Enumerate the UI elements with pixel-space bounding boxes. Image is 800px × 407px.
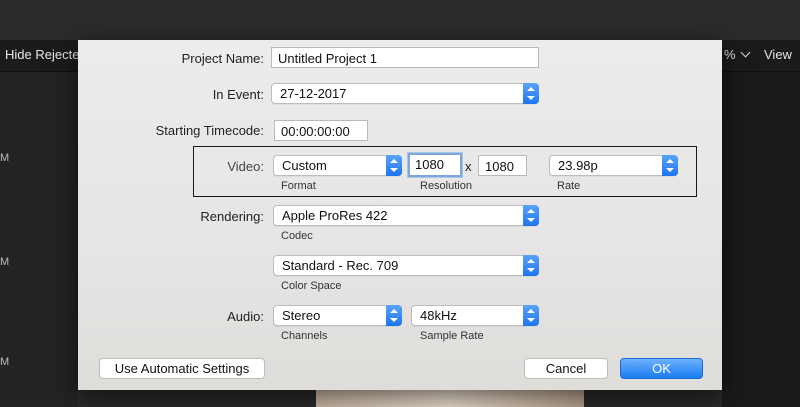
starting-timecode-label: Starting Timecode:: [155, 123, 264, 138]
clip-duration-label: M: [0, 356, 10, 368]
codec-value: Apple ProRes 422: [282, 208, 388, 223]
video-format-value: Custom: [282, 158, 327, 173]
clip-duration-label: M: [0, 256, 10, 268]
audio-channels-value: Stereo: [282, 308, 321, 323]
codec-popup[interactable]: Apple ProRes 422: [273, 205, 539, 226]
audio-label: Audio:: [227, 309, 264, 324]
zoom-percent-menu[interactable]: %: [724, 47, 751, 62]
resolution-height-field[interactable]: 1080: [478, 155, 527, 176]
use-automatic-settings-button[interactable]: Use Automatic Settings: [99, 358, 265, 379]
resolution-caption: Resolution: [420, 180, 472, 192]
clip-duration-label: M: [0, 152, 10, 164]
video-format-popup[interactable]: Custom: [273, 155, 402, 176]
project-name-label: Project Name:: [181, 51, 264, 66]
starting-timecode-field[interactable]: 00:00:00:00: [274, 120, 368, 141]
rate-caption: Rate: [557, 180, 581, 192]
audio-channels-popup[interactable]: Stereo: [273, 305, 402, 326]
rendering-label: Rendering:: [200, 209, 264, 224]
popup-stepper-icon: [386, 155, 402, 176]
sample-rate-value: 48kHz: [420, 308, 457, 323]
browser-panel: M M M: [0, 72, 78, 407]
channels-caption: Channels: [281, 330, 328, 342]
in-event-label: In Event:: [212, 87, 264, 102]
format-caption: Format: [281, 180, 316, 192]
resolution-width-field[interactable]: 1080: [408, 153, 462, 177]
popup-stepper-icon: [523, 205, 539, 226]
hide-rejected-menu[interactable]: Hide Rejecte: [5, 47, 79, 62]
app-title-bar: [0, 0, 800, 40]
view-menu[interactable]: View: [764, 47, 792, 62]
in-event-value: 27-12-2017: [280, 86, 347, 101]
viewer-panel: [722, 72, 800, 407]
video-rate-popup[interactable]: 23.98p: [549, 155, 678, 176]
sample-rate-popup[interactable]: 48kHz: [411, 305, 539, 326]
project-name-field[interactable]: Untitled Project 1: [271, 47, 539, 68]
sample-rate-caption: Sample Rate: [420, 330, 484, 342]
popup-stepper-icon: [523, 305, 539, 326]
video-rate-value: 23.98p: [558, 158, 598, 173]
ok-button[interactable]: OK: [620, 358, 703, 379]
popup-stepper-icon: [386, 305, 402, 326]
chevron-down-icon: [740, 47, 751, 58]
popup-stepper-icon: [523, 255, 539, 276]
color-space-popup[interactable]: Standard - Rec. 709: [273, 255, 539, 276]
popup-stepper-icon: [523, 83, 539, 104]
project-settings-dialog: Project Name: Untitled Project 1 In Even…: [78, 40, 722, 390]
video-label: Video:: [227, 159, 264, 174]
clip-thumbnail: [316, 390, 584, 407]
cancel-button[interactable]: Cancel: [524, 358, 608, 379]
resolution-separator: x: [465, 159, 472, 174]
popup-stepper-icon: [662, 155, 678, 176]
in-event-popup[interactable]: 27-12-2017: [271, 83, 539, 104]
color-space-caption: Color Space: [281, 280, 342, 292]
color-space-value: Standard - Rec. 709: [282, 258, 399, 273]
codec-caption: Codec: [281, 230, 313, 242]
